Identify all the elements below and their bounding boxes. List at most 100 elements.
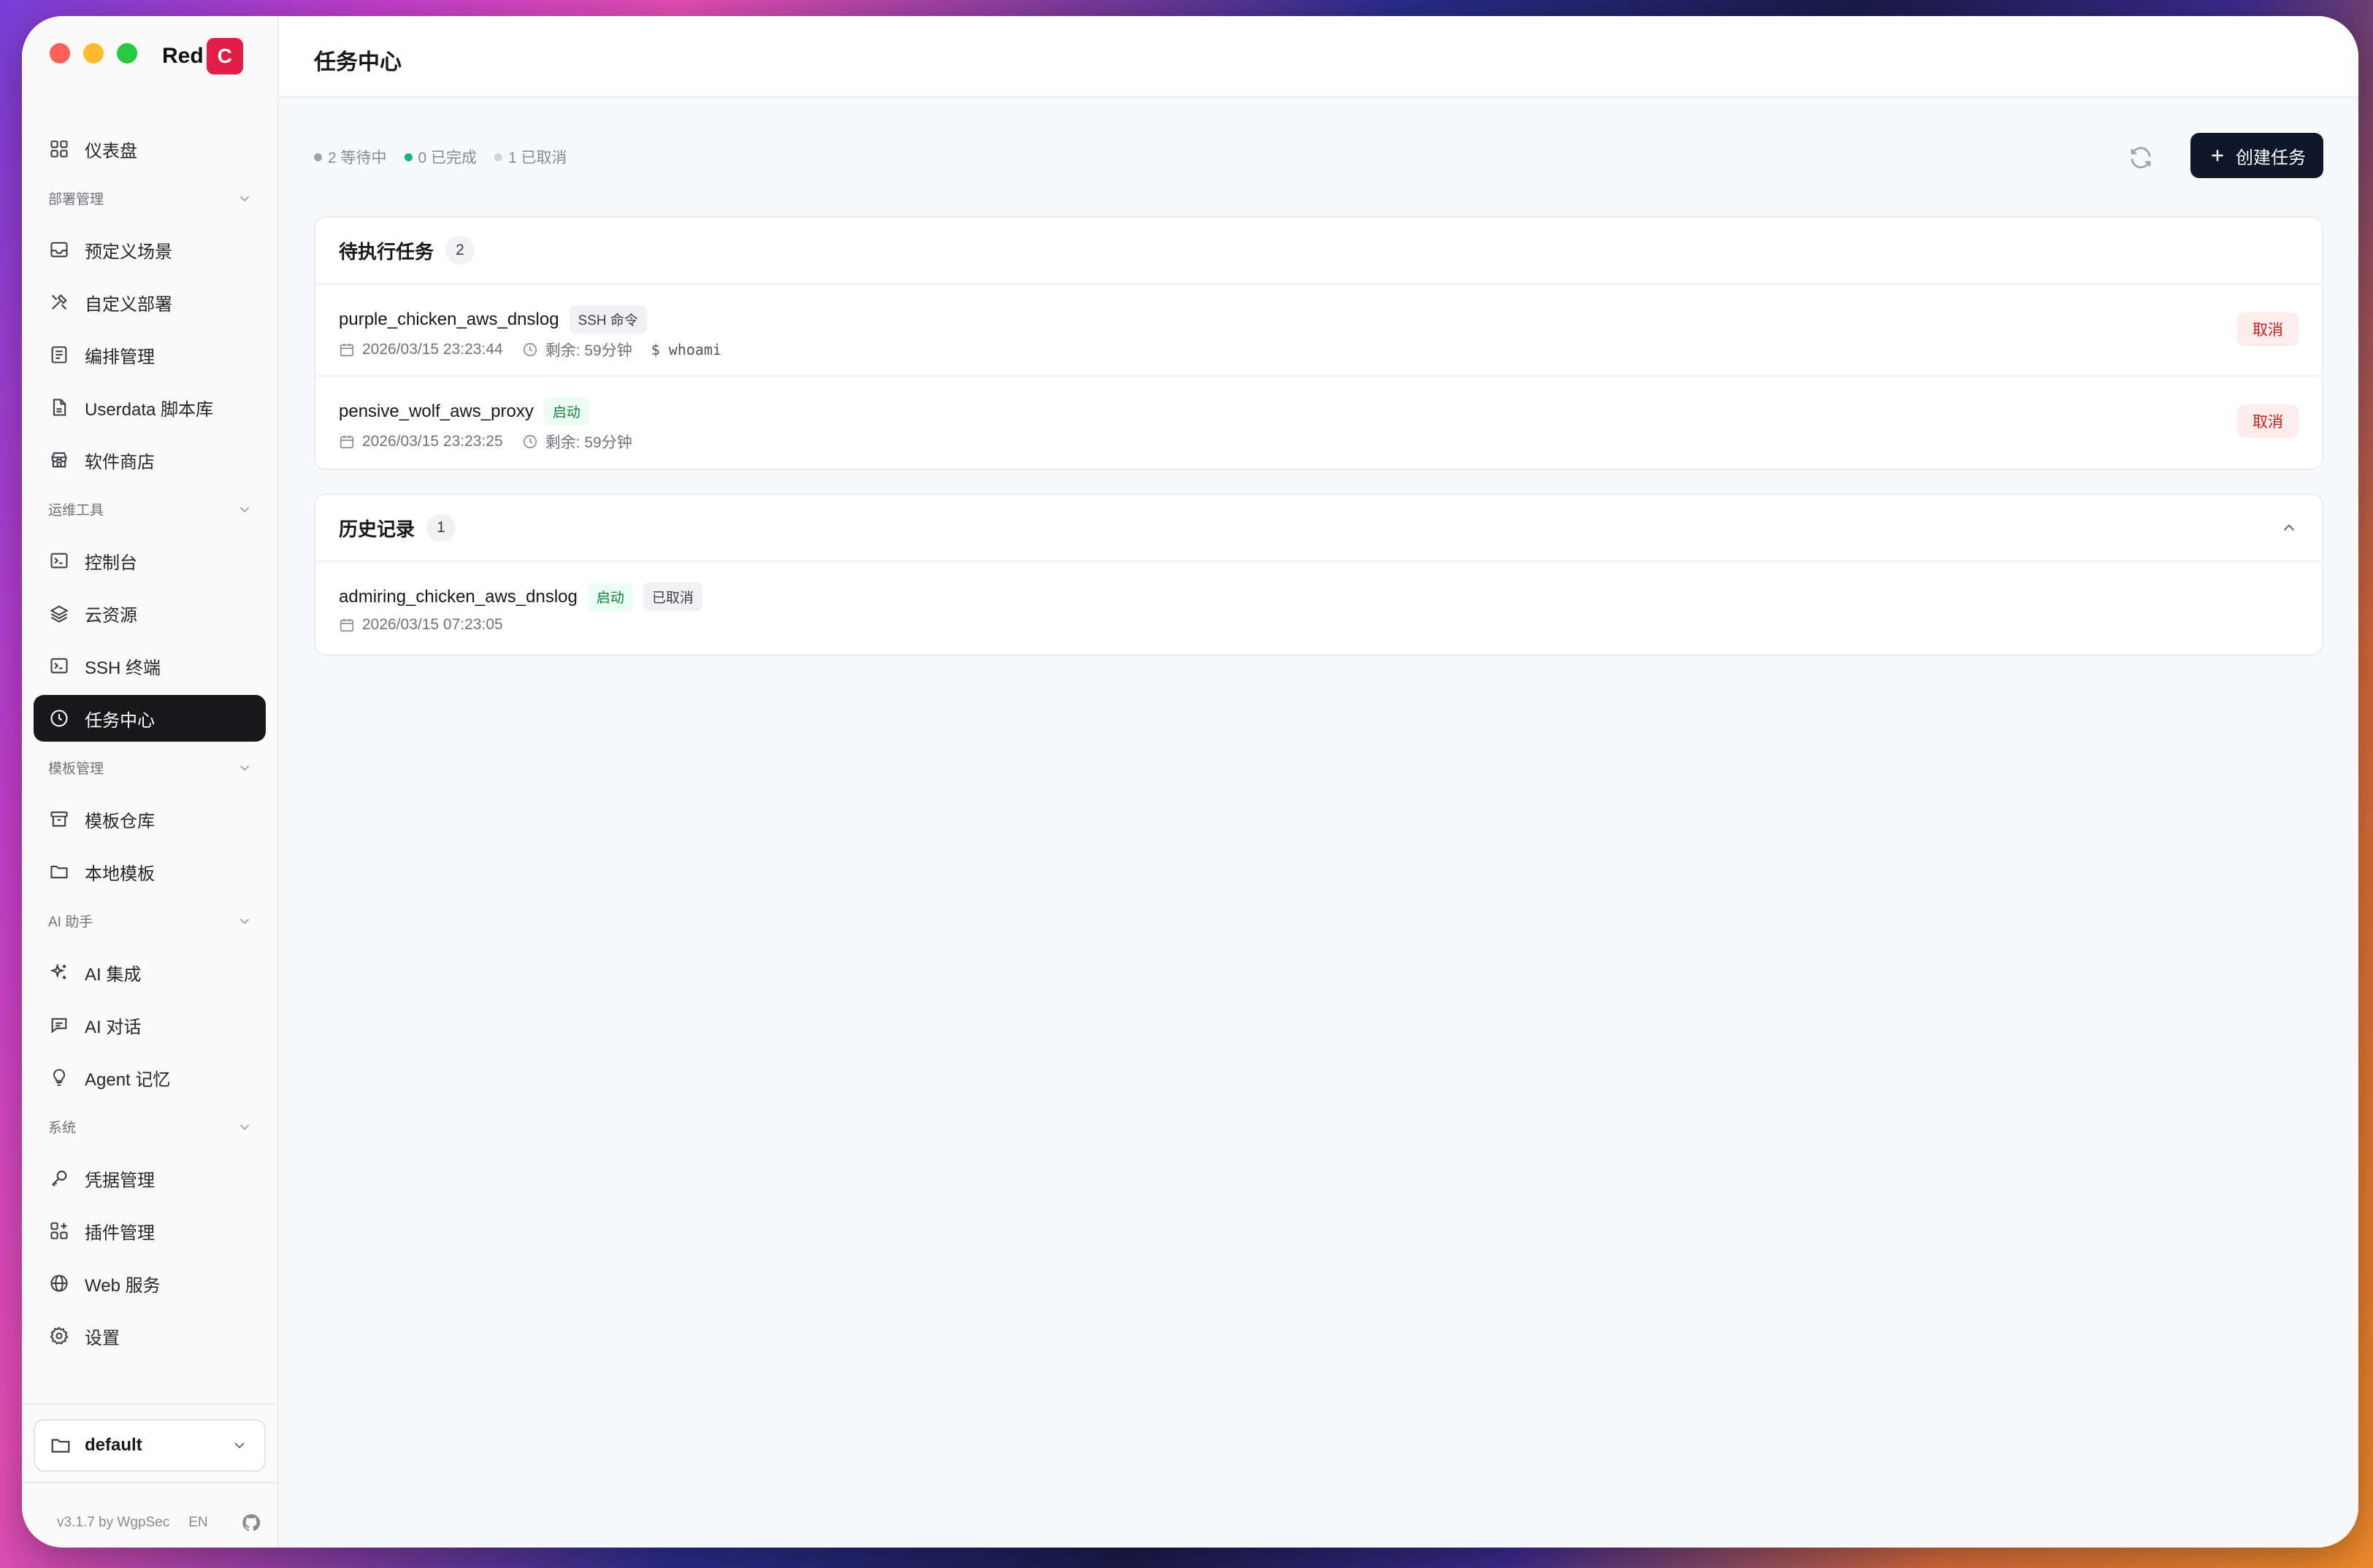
calendar-icon <box>340 435 354 449</box>
cancel-task-button[interactable]: 取消 <box>2237 404 2299 438</box>
sidebar-item-cloud-resources[interactable]: 云资源 <box>34 590 266 637</box>
clock-icon <box>48 707 70 729</box>
workspace-name: default <box>85 1435 142 1455</box>
count-badge: 1 <box>426 514 456 542</box>
section-template-management[interactable]: 模板管理 <box>48 758 253 777</box>
card-header[interactable]: 历史记录 1 <box>315 495 2322 562</box>
status-dot <box>494 153 503 161</box>
tools-icon <box>48 291 70 313</box>
language-toggle[interactable]: EN <box>188 1515 207 1531</box>
chevron-down-icon <box>239 507 250 512</box>
sidebar-item-task-center[interactable]: 任务中心 <box>34 695 266 742</box>
sidebar-item-dashboard[interactable]: 仪表盘 <box>34 126 266 172</box>
chat-icon <box>48 1014 70 1036</box>
page-title: 任务中心 <box>314 50 402 74</box>
history-card: 历史记录 1 admiring_chicken_aws_dnslog 启动 已取… <box>314 493 2323 656</box>
task-stats: 2 等待中 0 已完成 1 已取消 <box>314 146 567 168</box>
task-remaining-text: 剩余: 59分钟 <box>545 342 632 359</box>
history-row: admiring_chicken_aws_dnslog 启动 已取消 2026/… <box>315 562 2322 654</box>
sidebar-item-custom-deploy[interactable]: 自定义部署 <box>34 279 266 326</box>
chevron-up-icon[interactable] <box>2280 518 2299 537</box>
section-deploy[interactable]: 部署管理 <box>48 188 253 208</box>
sidebar-item-console[interactable]: 控制台 <box>34 537 266 584</box>
create-task-button[interactable]: 创建任务 <box>2190 133 2323 178</box>
section-system[interactable]: 系统 <box>48 1117 253 1137</box>
task-meta: 2026/03/15 07:23:05 <box>339 616 503 634</box>
sidebar-item-web-service[interactable]: Web 服务 <box>34 1260 266 1307</box>
close-window-button[interactable] <box>50 43 70 64</box>
brand-logo: Red C <box>162 38 243 74</box>
sidebar-item-label: 自定义部署 <box>85 294 172 315</box>
task-name-line: admiring_chicken_aws_dnslog 启动 已取消 <box>339 583 702 611</box>
sidebar-item-agent-memory[interactable]: Agent 记忆 <box>34 1054 266 1101</box>
plus-icon <box>2212 150 2223 161</box>
sidebar: Red C 仪表盘 部署管理 预定义场景 自定义部署 编排管理 Userdata… <box>22 16 279 1548</box>
sidebar-item-ai-chat[interactable]: AI 对话 <box>34 1002 266 1048</box>
sidebar-item-software-store[interactable]: 软件商店 <box>34 437 266 483</box>
gear-icon <box>48 1325 70 1347</box>
sidebar-item-template-repo[interactable]: 模板仓库 <box>34 796 266 842</box>
task-name: admiring_chicken_aws_dnslog <box>339 586 578 607</box>
sidebar-item-local-templates[interactable]: 本地模板 <box>34 848 266 895</box>
brand-badge: C <box>206 38 243 74</box>
sidebar-item-label: 模板仓库 <box>85 811 155 831</box>
sparkles-icon <box>48 961 70 983</box>
section-label: 模板管理 <box>48 761 104 777</box>
task-name-line: purple_chicken_aws_dnslog SSH 命令 <box>339 305 647 334</box>
sidebar-item-plugins[interactable]: 插件管理 <box>34 1207 266 1254</box>
section-label: 部署管理 <box>48 192 104 207</box>
sidebar-item-ssh-terminal[interactable]: SSH 终端 <box>34 642 266 689</box>
task-meta: 2026/03/15 23:23:25 剩余: 59分钟 <box>339 431 632 453</box>
task-remaining-text: 剩余: 59分钟 <box>545 434 632 451</box>
sidebar-item-credentials[interactable]: 凭据管理 <box>34 1155 266 1202</box>
globe-icon <box>48 1272 70 1294</box>
main-content: 任务中心 2 等待中 0 已完成 1 已取消 创建任务 待执行任务 2 purp… <box>279 16 2358 1548</box>
section-ai-assistant[interactable]: AI 助手 <box>48 911 253 931</box>
github-icon[interactable] <box>241 1513 261 1533</box>
chevron-down-icon <box>239 1124 250 1130</box>
task-row: purple_chicken_aws_dnslog SSH 命令 2026/03… <box>315 285 2322 377</box>
sidebar-item-predefined-scenarios[interactable]: 预定义场景 <box>34 226 266 273</box>
sidebar-item-ai-integration[interactable]: AI 集成 <box>34 949 266 996</box>
file-icon <box>48 396 70 418</box>
sidebar-item-label: 软件商店 <box>85 452 155 472</box>
sidebar-item-userdata-scripts[interactable]: Userdata 脚本库 <box>34 384 266 431</box>
sidebar-item-label: AI 集成 <box>85 964 142 985</box>
sidebar-divider <box>22 1482 277 1483</box>
stat-completed: 0 已完成 <box>404 146 477 168</box>
create-task-label: 创建任务 <box>2236 147 2306 168</box>
sidebar-item-label: 仪表盘 <box>85 141 137 161</box>
task-time-text: 2026/03/15 07:23:05 <box>362 616 503 633</box>
task-name: purple_chicken_aws_dnslog <box>339 309 559 329</box>
sidebar-item-orchestration[interactable]: 编排管理 <box>34 331 266 378</box>
task-meta: 2026/03/15 23:23:44 剩余: 59分钟 $ whoami <box>339 339 721 361</box>
archive-icon <box>48 808 70 830</box>
sidebar-item-label: 插件管理 <box>85 1223 155 1243</box>
sidebar-item-label: SSH 终端 <box>85 658 161 678</box>
sidebar-divider <box>22 1403 277 1404</box>
clock-icon <box>523 434 537 449</box>
refresh-icon[interactable] <box>2128 145 2154 171</box>
inbox-icon <box>48 239 70 261</box>
cancel-task-button[interactable]: 取消 <box>2237 312 2299 346</box>
sidebar-item-settings[interactable]: 设置 <box>34 1313 266 1359</box>
version-label: v3.1.7 by WgpSec <box>57 1515 170 1530</box>
section-ops-tools[interactable]: 运维工具 <box>48 499 253 519</box>
task-time-text: 2026/03/15 23:23:44 <box>362 341 503 358</box>
stat-label: 2 等待中 <box>328 150 387 166</box>
stat-cancelled: 1 已取消 <box>494 146 567 168</box>
app-window: Red C 仪表盘 部署管理 预定义场景 自定义部署 编排管理 Userdata… <box>22 16 2358 1548</box>
section-label: 系统 <box>48 1121 77 1136</box>
card-title: 历史记录 <box>339 518 415 540</box>
minimize-window-button[interactable] <box>83 43 104 64</box>
chevron-down-icon <box>234 1442 245 1449</box>
sidebar-item-label: 本地模板 <box>85 864 155 884</box>
section-label: 运维工具 <box>48 503 104 518</box>
pending-tasks-card: 待执行任务 2 purple_chicken_aws_dnslog SSH 命令… <box>314 216 2323 470</box>
document-list-icon <box>48 344 70 366</box>
maximize-window-button[interactable] <box>117 43 137 64</box>
lightbulb-icon <box>48 1067 70 1088</box>
workspace-selector[interactable]: default <box>34 1419 266 1472</box>
sidebar-item-label: 云资源 <box>85 605 137 626</box>
task-status-tag: 已取消 <box>643 583 702 611</box>
